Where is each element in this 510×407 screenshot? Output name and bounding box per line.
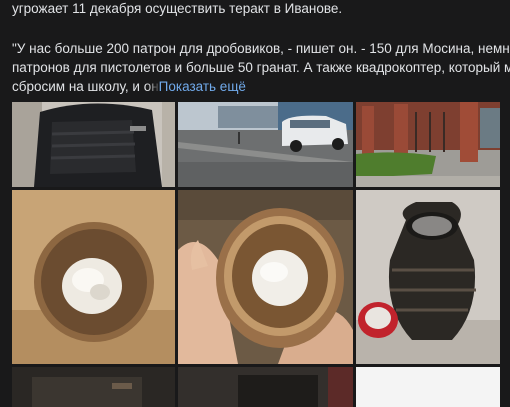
post-text-fragment: сбросим на школу, и он: [12, 79, 159, 94]
fence-image: [356, 102, 500, 187]
dark-box-image: [12, 367, 175, 407]
photo-tile-backpack[interactable]: [12, 102, 175, 187]
post: угрожает 11 декабря осуществить теракт в…: [0, 0, 510, 407]
post-text-line: сбросим на школу, и онПоказать ещё: [12, 78, 246, 96]
grenade-image: [356, 190, 500, 364]
post-text-line: "У нас больше 200 патрон для дробовиков,…: [12, 41, 510, 56]
photo-tile-grenade[interactable]: [356, 190, 500, 364]
photo-tile-dark-box[interactable]: [12, 367, 175, 407]
photo-tile-street[interactable]: [178, 102, 353, 187]
white-image: [356, 367, 500, 407]
street-image: [178, 102, 353, 187]
backpack-image: [12, 102, 175, 187]
hand-tube-image: [178, 190, 353, 364]
show-more-link[interactable]: Показать ещё: [146, 79, 246, 94]
photo-tile-white[interactable]: [356, 367, 500, 407]
photo-tile-dark-object[interactable]: [178, 367, 353, 407]
photo-tile-hand-tube[interactable]: [178, 190, 353, 364]
photo-grid: [0, 102, 510, 407]
tube-powder-image: [12, 190, 175, 364]
post-text-line: угрожает 11 декабря осуществить теракт в…: [12, 1, 343, 16]
photo-tile-tube-powder[interactable]: [12, 190, 175, 364]
post-text-line: патронов для пистолетов и больше 50 гран…: [12, 60, 510, 75]
dark-object-image: [178, 367, 353, 407]
photo-tile-fence[interactable]: [356, 102, 500, 187]
